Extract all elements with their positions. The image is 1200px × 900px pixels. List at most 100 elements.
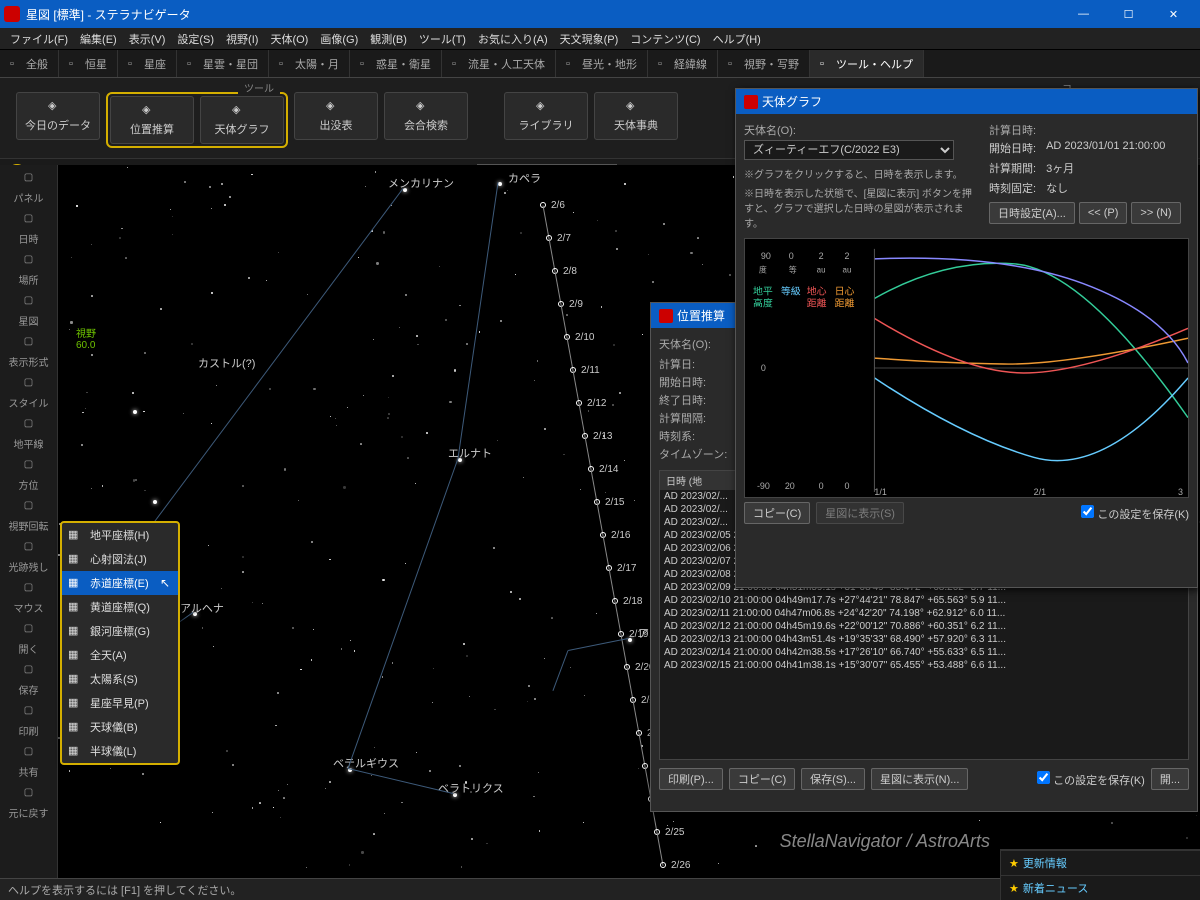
news-link[interactable]: ★新着ニュース (1001, 875, 1200, 900)
graph-window-titlebar[interactable]: 天体グラフ (736, 89, 1197, 114)
svg-text:2: 2 (819, 251, 824, 261)
side-光跡残し[interactable]: ▢光跡残し (4, 538, 54, 577)
view-tabs: ▫全般▫恒星▫星座▫星雲・星団▫太陽・月▫惑星・衛星▫流星・人工天体▫昼光・地形… (0, 50, 1200, 78)
display-mode-option[interactable]: ▦銀河座標(G) (62, 619, 178, 643)
side-マウス[interactable]: ▢マウス (4, 579, 54, 618)
display-mode-option[interactable]: ▦全天(A) (62, 643, 178, 667)
comet-date-label: 2/19 (629, 629, 648, 640)
table-row[interactable]: AD 2023/02/12 21:00:00 04h45m19.6s +22°0… (660, 620, 1188, 633)
window-title: 星図 [標準] - ステラナビゲータ (26, 6, 1061, 23)
view-tab[interactable]: ▫恒星 (59, 50, 118, 77)
svg-text:2: 2 (845, 251, 850, 261)
table-row[interactable]: AD 2023/02/10 21:00:00 04h49m17.7s +27°4… (660, 594, 1188, 607)
open-button[interactable]: 開... (1151, 768, 1189, 790)
object-graph-window: 天体グラフ 天体名(O): ズィーティーエフ(C/2022 E3) ※グラフをク… (735, 88, 1198, 588)
svg-text:au: au (843, 266, 852, 275)
table-row[interactable]: AD 2023/02/11 21:00:00 04h47m06.8s +24°4… (660, 607, 1188, 620)
close-button[interactable]: ✕ (1151, 0, 1196, 28)
view-tab[interactable]: ▫ツール・ヘルプ (810, 50, 924, 77)
side-パネル[interactable]: ▢パネル (4, 169, 54, 208)
side-場所[interactable]: ▢場所 (4, 251, 54, 290)
menu-item[interactable]: 画像(G) (314, 28, 364, 49)
table-row[interactable]: AD 2023/02/14 21:00:00 04h42m38.5s +17°2… (660, 646, 1188, 659)
comet-date-label: 2/11 (581, 365, 600, 376)
view-tab[interactable]: ▫視野・写野 (718, 50, 810, 77)
comet-date-label: 2/6 (551, 200, 565, 211)
side-スタイル[interactable]: ▢スタイル (4, 374, 54, 413)
menu-item[interactable]: ヘルプ(H) (707, 28, 767, 49)
menu-item[interactable]: お気に入り(A) (472, 28, 554, 49)
side-方位[interactable]: ▢方位 (4, 456, 54, 495)
star-label: ベラトリクス (438, 780, 504, 796)
content-ライブラリ[interactable]: ◈ライブラリ (504, 92, 588, 140)
menubar: ファイル(F)編集(E)表示(V)設定(S)視野(I)天体(O)画像(G)観測(… (0, 28, 1200, 50)
menu-item[interactable]: コンテンツ(C) (624, 28, 706, 49)
menu-item[interactable]: 天体(O) (264, 28, 314, 49)
view-tab[interactable]: ▫昼光・地形 (556, 50, 648, 77)
menu-item[interactable]: 編集(E) (74, 28, 123, 49)
tool-出没表[interactable]: ◈出没表 (294, 92, 378, 140)
side-視野回転[interactable]: ▢視野回転 (4, 497, 54, 536)
view-tab[interactable]: ▫惑星・衛星 (350, 50, 442, 77)
content-天体事典[interactable]: ◈天体事典 (594, 92, 678, 140)
menu-item[interactable]: ツール(T) (413, 28, 472, 49)
menu-item[interactable]: 視野(I) (220, 28, 264, 49)
tool-今日のデータ[interactable]: ◈今日のデータ (16, 92, 100, 140)
maximize-button[interactable]: ☐ (1106, 0, 1151, 28)
side-元に戻す[interactable]: ▢元に戻す (4, 784, 54, 823)
display-mode-option[interactable]: ▦黄道座標(Q) (62, 595, 178, 619)
next-button[interactable]: >> (N) (1131, 202, 1180, 224)
display-mode-option[interactable]: ▦心射図法(J) (62, 547, 178, 571)
prev-button[interactable]: << (P) (1079, 202, 1128, 224)
side-表示形式[interactable]: ▢表示形式 (4, 333, 54, 372)
view-tab[interactable]: ▫星座 (118, 50, 177, 77)
side-保存[interactable]: ▢保存 (4, 661, 54, 700)
show-in-chart-button[interactable]: 星図に表示(S) (816, 502, 904, 524)
side-印刷[interactable]: ▢印刷 (4, 702, 54, 741)
display-mode-option[interactable]: ▦星座早見(P) (62, 691, 178, 715)
action-button[interactable]: 星図に表示(N)... (871, 768, 968, 790)
time-settings-button[interactable]: 日時設定(A)... (989, 202, 1075, 224)
save-settings-checkbox[interactable]: この設定を保存(K) (1081, 505, 1189, 522)
svg-text:等: 等 (789, 265, 797, 275)
comet-date-label: 2/18 (623, 596, 642, 607)
menu-item[interactable]: 表示(V) (123, 28, 172, 49)
tool-会合検索[interactable]: ◈会合検索 (384, 92, 468, 140)
menu-item[interactable]: 設定(S) (171, 28, 220, 49)
menu-item[interactable]: ファイル(F) (4, 28, 74, 49)
app-icon (4, 6, 20, 22)
menu-item[interactable]: 観測(B) (364, 28, 413, 49)
news-panel: ★更新情報 ★新着ニュース (1000, 849, 1200, 900)
table-row[interactable]: AD 2023/02/15 21:00:00 04h41m38.1s +15°3… (660, 659, 1188, 672)
minimize-button[interactable]: — (1061, 0, 1106, 28)
table-row[interactable]: AD 2023/02/13 21:00:00 04h43m51.4s +19°3… (660, 633, 1188, 646)
update-info-link[interactable]: ★更新情報 (1001, 850, 1200, 875)
side-地平線[interactable]: ▢地平線 (4, 415, 54, 454)
display-mode-option[interactable]: ▦太陽系(S) (62, 667, 178, 691)
display-mode-option[interactable]: ▦天球儀(B) (62, 715, 178, 739)
comet-date-label: 2/10 (575, 332, 594, 343)
tool-位置推算[interactable]: ◈位置推算 (110, 96, 194, 144)
display-mode-option[interactable]: ▦地平座標(H) (62, 523, 178, 547)
side-日時[interactable]: ▢日時 (4, 210, 54, 249)
save-settings-checkbox[interactable]: この設定を保存(K) (1037, 771, 1145, 788)
menu-item[interactable]: 天文現象(P) (554, 28, 625, 49)
view-tab[interactable]: ▫太陽・月 (269, 50, 350, 77)
view-tab[interactable]: ▫星雲・星団 (177, 50, 269, 77)
tool-天体グラフ[interactable]: ◈天体グラフ (200, 96, 284, 144)
display-mode-option[interactable]: ▦半球儀(L) (62, 739, 178, 763)
side-開く[interactable]: ▢開く (4, 620, 54, 659)
action-button[interactable]: 保存(S)... (801, 768, 865, 790)
object-select[interactable]: ズィーティーエフ(C/2022 E3) (744, 140, 954, 160)
action-button[interactable]: 印刷(P)... (659, 768, 723, 790)
copy-button[interactable]: コピー(C) (744, 502, 810, 524)
comet-date-label: 2/15 (605, 497, 624, 508)
side-星図[interactable]: ▢星図 (4, 292, 54, 331)
action-button[interactable]: コピー(C) (729, 768, 795, 790)
view-tab[interactable]: ▫経緯線 (648, 50, 718, 77)
view-tab[interactable]: ▫流星・人工天体 (442, 50, 556, 77)
side-共有[interactable]: ▢共有 (4, 743, 54, 782)
object-graph-chart[interactable]: 90 0 -90 0 20 2 0 2 0 度 等 au au 地平高度 等級 … (744, 238, 1189, 498)
view-tab[interactable]: ▫全般 (0, 50, 59, 77)
svg-text:0: 0 (845, 481, 850, 491)
